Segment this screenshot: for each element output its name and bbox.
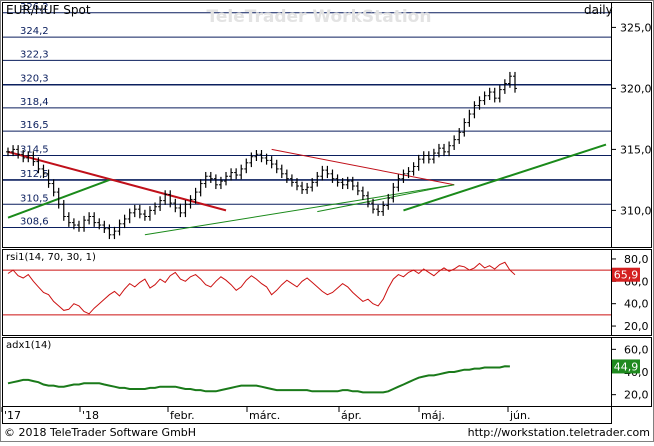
time-tick-label: ápr. xyxy=(341,409,362,422)
watermark: TeleTrader WorkStation xyxy=(207,7,432,27)
rsi-title: rsi1(14, 70, 30, 1) xyxy=(6,252,96,263)
instrument-title: EUR/HUF Spot xyxy=(6,3,91,17)
adx-title: adx1(14) xyxy=(6,340,51,351)
copyright: © 2018 TeleTrader Software GmbH xyxy=(4,426,196,439)
price-panel: 326,2324,2322,3320,3318,4316,5314,5312,5… xyxy=(2,2,652,248)
chart-svg: 326,2324,2322,3320,3318,4316,5314,5312,5… xyxy=(0,0,654,442)
rsi-panel: 20,040,060,080,0 rsi1(14, 70, 30, 1) 65,… xyxy=(2,249,652,336)
rsi-tick-label: 40,0 xyxy=(624,298,649,311)
fib-level-label: 316,5 xyxy=(20,120,49,131)
time-axis: '17 '18 febr. márc. ápr. máj. jún. xyxy=(1,406,612,424)
time-tick-label: '17 xyxy=(4,409,21,422)
fib-level-label: 322,3 xyxy=(20,49,49,60)
rsi-tick-label: 20,0 xyxy=(624,320,649,333)
interval-label: daily xyxy=(584,3,613,17)
adx-tick-label: 20,0 xyxy=(624,389,649,402)
price-tick-label: 315,0 xyxy=(620,143,652,156)
fib-level-label: 314,5 xyxy=(20,145,49,156)
time-tick-label: febr. xyxy=(170,409,195,422)
adx-tick-label: 60,0 xyxy=(624,343,649,356)
source-url[interactable]: http://workstation.teletrader.com xyxy=(468,426,650,439)
fib-level-label: 320,3 xyxy=(20,74,49,85)
adx-panel: 20,040,060,0 adx1(14) 44,9 xyxy=(2,337,652,407)
adx-last-value: 44,9 xyxy=(614,360,639,373)
fib-level-label: 312,5 xyxy=(20,169,49,180)
chart-window: 326,2 324,2 322,3 320,3 318,4 316,5 314,5 312,5… xyxy=(0,0,654,442)
fib-level-label: 310,5 xyxy=(20,193,49,204)
time-tick-label: '18 xyxy=(82,409,99,422)
time-tick-label: jún. xyxy=(509,409,531,422)
price-plot-area xyxy=(2,2,612,248)
fib-level-label: 308,6 xyxy=(20,216,49,227)
rsi-tick-label: 80,0 xyxy=(624,253,649,266)
price-tick-label: 325,0 xyxy=(620,21,652,34)
fib-level-label: 318,4 xyxy=(20,97,49,108)
time-tick-label: máj. xyxy=(421,409,445,422)
adx-plot-area xyxy=(2,337,612,407)
price-tick-label: 320,0 xyxy=(620,82,652,95)
fib-level-label: 324,2 xyxy=(20,26,49,37)
rsi-last-value: 65,9 xyxy=(614,269,639,282)
price-tick-label: 310,0 xyxy=(620,204,652,217)
time-tick-label: márc. xyxy=(249,409,280,422)
